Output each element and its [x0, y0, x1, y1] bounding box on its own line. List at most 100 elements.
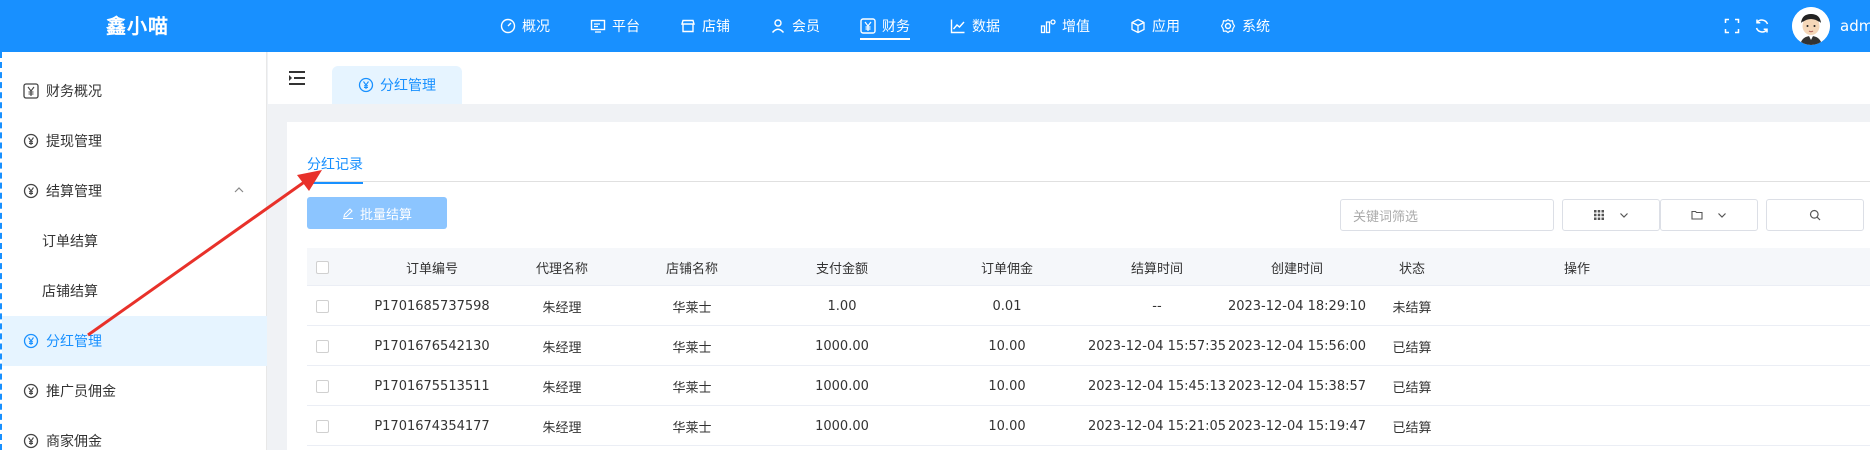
batch-settle-button[interactable]: 批量结算: [307, 197, 447, 229]
export-dropdown[interactable]: [1660, 199, 1758, 231]
sidebar-item-promoter-commission[interactable]: 推广员佣金: [2, 366, 267, 416]
created-time: 2023-12-04 15:19:47: [1227, 418, 1367, 434]
monitor-icon: [590, 19, 606, 33]
yen-circle-icon: [358, 77, 374, 93]
folder-icon: [1691, 210, 1703, 220]
edit-icon: [342, 208, 353, 219]
agent-name: 朱经理: [542, 420, 582, 436]
agent-name: 朱经理: [542, 340, 582, 356]
bar-chart-icon: [1040, 19, 1056, 34]
username[interactable]: admin: [1840, 17, 1870, 35]
avatar[interactable]: [1792, 7, 1830, 45]
cube-icon: [1131, 18, 1145, 34]
store-icon: [681, 19, 695, 33]
chevron-down-icon: [1718, 213, 1726, 218]
yen-icon: [860, 18, 876, 34]
yen-circle-icon: [22, 182, 40, 200]
nav-item-finance[interactable]: 财务: [860, 0, 928, 52]
keyword-search-input[interactable]: 关键词筛选: [1340, 199, 1554, 231]
row-checkbox[interactable]: [315, 326, 329, 366]
column-header[interactable]: 店铺名称: [637, 248, 747, 286]
search-icon: [1809, 209, 1821, 221]
nav-item-value-added[interactable]: 增值: [1040, 0, 1108, 52]
yen-circle-icon: [22, 432, 40, 450]
sidebar-item-merchant-commission[interactable]: 商家佣金: [2, 416, 267, 450]
columns-dropdown[interactable]: [1562, 199, 1660, 231]
main-nav: 概况 平台 店铺 会员 财务 数据 增值 应用 系统: [500, 0, 1310, 52]
column-header[interactable]: 订单编号: [372, 248, 492, 286]
gear-icon: [1220, 18, 1236, 34]
sidebar-item-store-settlement[interactable]: 店铺结算: [2, 266, 267, 316]
table-row[interactable]: P1701675513511 朱经理 华莱士 1000.00 10.00 202…: [307, 366, 1870, 406]
line-chart-icon: [950, 19, 965, 34]
nav-item-apps[interactable]: 应用: [1130, 0, 1198, 52]
sidebar-item-withdraw[interactable]: 提现管理: [2, 116, 267, 166]
yen-circle-icon: [22, 382, 40, 400]
tab-divider: [307, 181, 1870, 182]
order-number: P1701674354177: [374, 418, 490, 434]
status: 未结算: [1392, 300, 1432, 316]
row-checkbox[interactable]: [315, 366, 329, 406]
created-time: 2023-12-04 15:56:00: [1227, 338, 1367, 354]
content-card: 分红记录 批量结算 关键词筛选 订单编号 代理名称 店铺名称 支付金额 订单佣金…: [287, 122, 1870, 450]
nav-item-store[interactable]: 店铺: [680, 0, 748, 52]
user-icon: [771, 19, 785, 33]
nav-item-platform[interactable]: 平台: [590, 0, 658, 52]
status: 已结算: [1392, 340, 1432, 356]
payment-amount: 1000.00: [815, 338, 869, 354]
column-header[interactable]: 创建时间: [1212, 248, 1382, 286]
grid-icon: [1594, 210, 1604, 220]
table-header: 订单编号 代理名称 店铺名称 支付金额 订单佣金 结算时间 创建时间 状态 操作: [307, 248, 1870, 286]
tab-dividend-management[interactable]: 分红管理: [332, 66, 462, 104]
yen-circle-icon: [22, 332, 40, 350]
refresh-icon[interactable]: [1754, 18, 1770, 34]
store-name: 华莱士: [672, 300, 712, 316]
chevron-up-icon[interactable]: [233, 184, 245, 200]
column-header[interactable]: 订单佣金: [952, 248, 1062, 286]
row-checkbox[interactable]: [315, 406, 329, 446]
agent-name: 朱经理: [542, 300, 582, 316]
order-commission: 10.00: [988, 418, 1026, 434]
nav-item-member[interactable]: 会员: [770, 0, 838, 52]
table-row[interactable]: P1701674354177 朱经理 华莱士 1000.00 10.00 202…: [307, 406, 1870, 446]
nav-item-overview[interactable]: 概况: [500, 0, 568, 52]
payment-amount: 1.00: [827, 298, 857, 314]
brand-logo-text[interactable]: 鑫小喵: [106, 10, 169, 39]
table-row[interactable]: P1701685737598 朱经理 华莱士 1.00 0.01 -- 2023…: [307, 286, 1870, 326]
page-tab-bar: 分红管理: [268, 52, 1870, 104]
column-header[interactable]: 代理名称: [507, 248, 617, 286]
nav-item-data[interactable]: 数据: [950, 0, 1018, 52]
column-header: 操作: [1563, 261, 1590, 277]
sidebar-item-settlement[interactable]: 结算管理: [2, 166, 267, 216]
tab-dividend-records[interactable]: 分红记录: [307, 154, 363, 184]
search-button[interactable]: [1766, 199, 1864, 231]
table-row[interactable]: P1701676542130 朱经理 华莱士 1000.00 10.00 202…: [307, 326, 1870, 366]
order-commission: 0.01: [992, 298, 1022, 314]
created-time: 2023-12-04 15:38:57: [1227, 378, 1367, 394]
chevron-down-icon: [1620, 213, 1628, 218]
yen-circle-icon: [22, 132, 40, 150]
order-number: P1701676542130: [374, 338, 490, 354]
dashboard-icon: [500, 18, 516, 34]
select-all-checkbox[interactable]: [315, 248, 329, 286]
order-number: P1701685737598: [374, 298, 490, 314]
sidebar: 财务概况 提现管理 结算管理 订单结算 店铺结算 分红管理 推广员佣金 商家佣金: [0, 52, 267, 450]
payment-amount: 1000.00: [815, 378, 869, 394]
sidebar-item-finance-overview[interactable]: 财务概况: [2, 66, 267, 116]
store-name: 华莱士: [672, 340, 712, 356]
column-header[interactable]: 状态: [1367, 248, 1457, 286]
top-bar: 鑫小喵 概况 平台 店铺 会员 财务 数据 增值 应用 系统 adm: [0, 0, 1870, 52]
header-tools: admin: [1724, 0, 1870, 52]
created-time: 2023-12-04 18:29:10: [1227, 298, 1367, 314]
row-checkbox[interactable]: [315, 286, 329, 326]
status: 已结算: [1392, 380, 1432, 396]
store-name: 华莱士: [672, 420, 712, 436]
sidebar-item-order-settlement[interactable]: 订单结算: [2, 216, 267, 266]
payment-amount: 1000.00: [815, 418, 869, 434]
sidebar-item-dividend[interactable]: 分红管理: [2, 316, 267, 366]
fullscreen-icon[interactable]: [1724, 18, 1740, 34]
nav-item-system[interactable]: 系统: [1220, 0, 1288, 52]
order-commission: 10.00: [988, 378, 1026, 394]
column-header[interactable]: 支付金额: [787, 248, 897, 286]
menu-collapse-icon[interactable]: [288, 70, 306, 90]
